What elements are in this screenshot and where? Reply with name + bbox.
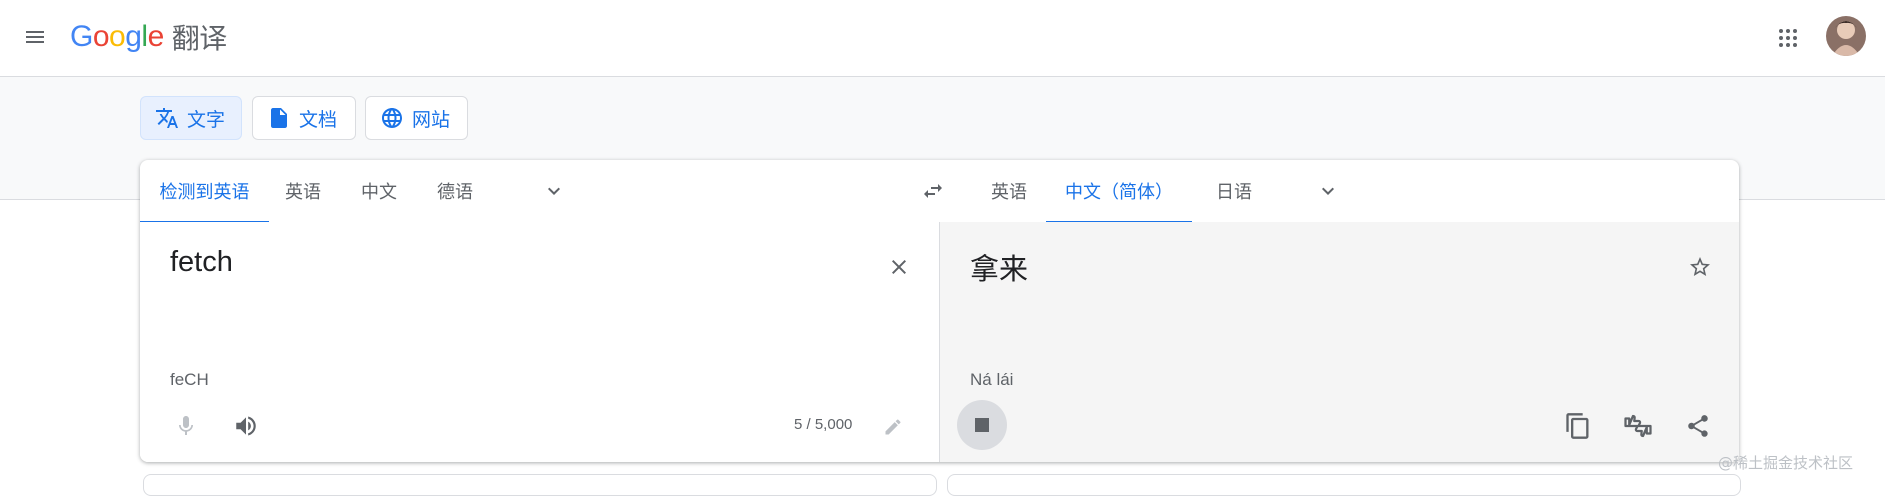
source-lang-chinese[interactable]: 中文	[346, 160, 412, 222]
document-icon	[271, 108, 287, 128]
logo-letter: o	[109, 20, 126, 53]
stop-audio-icon[interactable]	[957, 400, 1007, 450]
apps-grid-icon[interactable]	[1770, 20, 1806, 56]
globe-icon	[382, 108, 402, 128]
source-transliteration: feCH	[170, 370, 209, 389]
target-lang-japanese[interactable]: 日语	[1196, 160, 1272, 222]
swap-languages-icon[interactable]	[918, 176, 948, 206]
target-pane: 拿来 Ná lái	[940, 222, 1739, 462]
account-avatar[interactable]	[1826, 16, 1866, 56]
mode-document-button[interactable]: 文档	[252, 96, 356, 140]
translate-icon	[156, 108, 178, 128]
top-app-bar: Google 翻译	[0, 0, 1885, 77]
character-count: 5 / 5,000	[794, 416, 853, 433]
translation-card: 检测到英语 英语 中文 德语 英语 中文（简体） 日语 fetch feCH 5…	[140, 160, 1739, 462]
source-lang-more-chevron-down-icon[interactable]	[539, 176, 569, 206]
language-bar: 检测到英语 英语 中文 德语 英语 中文（简体） 日语	[140, 160, 1739, 223]
listen-speaker-icon[interactable]	[226, 406, 266, 446]
mode-document-label: 文档	[299, 109, 338, 131]
google-translate-logo[interactable]: Google 翻译	[70, 14, 227, 60]
translation-output: 拿来	[970, 252, 1029, 286]
mode-text-label: 文字	[187, 109, 226, 131]
clear-source-close-icon[interactable]	[884, 252, 914, 282]
product-name: 翻译	[171, 22, 228, 55]
target-lang-chinese-simplified[interactable]: 中文（简体）	[1046, 160, 1192, 223]
source-lang-german[interactable]: 德语	[422, 160, 488, 222]
target-transliteration: Ná lái	[970, 370, 1014, 389]
hamburger-menu-icon[interactable]	[18, 20, 52, 54]
watermark-text: @稀土掘金技术社区	[1718, 454, 1854, 472]
logo-letter: e	[147, 20, 165, 53]
logo-letter: g	[125, 20, 142, 53]
handwriting-pencil-icon[interactable]	[878, 412, 908, 442]
save-translation-star-icon[interactable]	[1683, 250, 1717, 284]
rate-translation-thumbs-icon[interactable]	[1618, 406, 1658, 446]
mode-website-label: 网站	[412, 109, 451, 131]
source-lang-detected[interactable]: 检测到英语	[140, 160, 269, 223]
copy-translation-icon[interactable]	[1558, 406, 1598, 446]
target-lang-more-chevron-down-icon[interactable]	[1313, 176, 1343, 206]
source-pane: fetch feCH 5 / 5,000	[140, 222, 940, 462]
share-icon[interactable]	[1678, 406, 1718, 446]
mode-text-button[interactable]: 文字	[140, 96, 242, 140]
source-text-input[interactable]: fetch	[170, 246, 233, 279]
mode-website-button[interactable]: 网站	[365, 96, 468, 140]
saved-card[interactable]	[947, 474, 1741, 496]
microphone-icon[interactable]	[166, 406, 206, 446]
history-card[interactable]	[143, 474, 937, 496]
logo-letter: o	[92, 20, 110, 53]
target-lang-english[interactable]: 英语	[976, 160, 1042, 222]
source-lang-english[interactable]: 英语	[270, 160, 336, 222]
logo-letter: G	[70, 20, 93, 53]
